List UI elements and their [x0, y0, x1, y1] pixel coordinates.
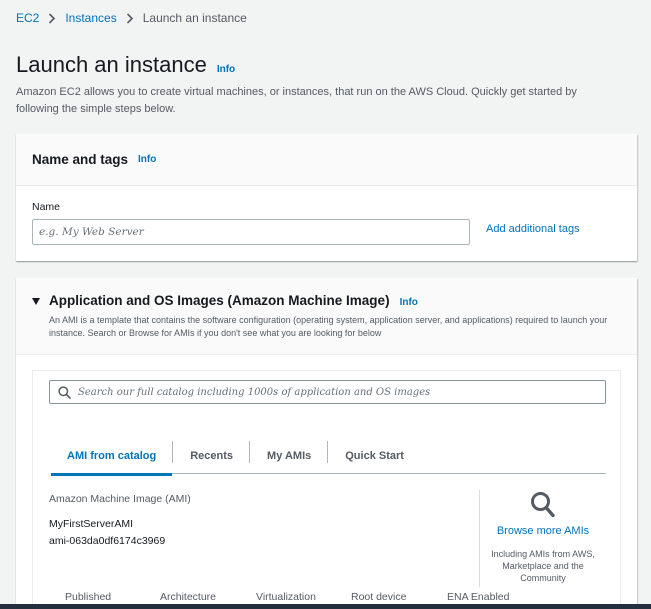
name-label: Name: [32, 201, 61, 213]
name-and-tags-header: Name and tags Info: [16, 134, 637, 186]
selected-ami-name: MyFirstServerAMI: [49, 518, 133, 530]
ami-description: An AMI is a template that contains the s…: [49, 315, 608, 338]
ami-title-row: Application and OS Images (Amazon Machin…: [49, 293, 418, 308]
page-header: Launch an instance Info: [16, 52, 235, 78]
add-additional-tags-link[interactable]: Add additional tags: [486, 223, 580, 235]
page-title: Launch an instance: [16, 52, 207, 77]
name-and-tags-title: Name and tags: [32, 152, 129, 167]
caret-down-icon[interactable]: [32, 298, 40, 305]
tab-quick-start[interactable]: Quick Start: [327, 437, 420, 474]
browse-amis: Browse more AMIs Including AMIs from AWS…: [483, 491, 603, 584]
tab-ami-from-catalog[interactable]: AMI from catalog: [51, 437, 173, 476]
ami-selector: AMI from catalog Recents My AMIs Quick S…: [32, 370, 621, 609]
column-published: Published: [65, 591, 112, 603]
column-ena-enabled: ENA Enabled: [447, 591, 510, 603]
ami-info-link[interactable]: Info: [400, 297, 418, 308]
breadcrumb-instances[interactable]: Instances: [65, 11, 116, 25]
tab-label: My AMIs: [267, 449, 312, 462]
breadcrumb-current: Launch an instance: [142, 11, 247, 25]
name-input[interactable]: [32, 219, 470, 245]
ami-tabs: AMI from catalog Recents My AMIs Quick S…: [51, 437, 606, 476]
tab-label: Recents: [190, 449, 234, 462]
ami-title: Application and OS Images (Amazon Machin…: [49, 293, 390, 308]
tab-divider: [249, 441, 251, 463]
column-root-device: Root device: [351, 591, 407, 603]
search-icon[interactable]: [483, 491, 603, 519]
tab-divider: [172, 441, 174, 463]
tab-label: Quick Start: [345, 449, 404, 462]
chevron-right-icon: [126, 12, 134, 24]
selected-ami-label: Amazon Machine Image (AMI): [49, 493, 191, 505]
browse-note: Including AMIs from AWS, Marketplace and…: [491, 549, 595, 583]
page-info-link[interactable]: Info: [217, 64, 235, 75]
selected-ami-id: ami-063da0df6174c3969: [49, 535, 166, 547]
tab-my-amis[interactable]: My AMIs: [249, 437, 327, 474]
tab-recents[interactable]: Recents: [172, 437, 249, 474]
chevron-right-icon: [48, 12, 56, 24]
tab-divider: [327, 441, 329, 463]
divider: [479, 490, 480, 587]
column-virtualization: Virtualization: [256, 591, 316, 603]
ami-search-box[interactable]: [49, 380, 606, 404]
ami-search-input[interactable]: [78, 386, 598, 398]
ami-panel: Application and OS Images (Amazon Machin…: [16, 278, 637, 609]
breadcrumb: EC2 Instances Launch an instance: [16, 10, 247, 26]
search-icon: [58, 385, 72, 399]
browse-more-amis-link[interactable]: Browse more AMIs: [483, 525, 603, 537]
column-architecture: Architecture: [160, 591, 217, 603]
tab-label: AMI from catalog: [67, 449, 157, 462]
page-description: Amazon EC2 allows you to create virtual …: [16, 86, 577, 115]
bottom-bar: [0, 604, 651, 609]
name-and-tags-panel: Name and tags Info Name Add additional t…: [16, 134, 637, 261]
ami-header: Application and OS Images (Amazon Machin…: [16, 278, 637, 355]
name-and-tags-info-link[interactable]: Info: [138, 154, 156, 165]
breadcrumb-ec2[interactable]: EC2: [16, 11, 39, 25]
